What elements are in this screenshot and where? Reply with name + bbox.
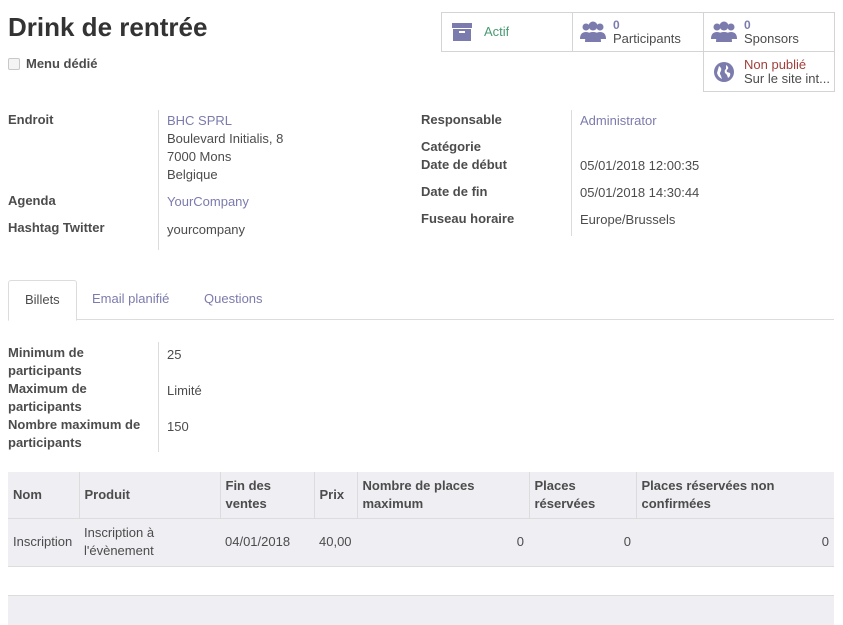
table-row[interactable]: Inscription Inscription à l'évènement 04/… (8, 517, 834, 567)
location-address-line2: 7000 Mons (167, 149, 232, 164)
cell-name: Inscription (8, 517, 79, 567)
agenda-label: Agenda (8, 193, 56, 208)
table-header-row: Nom Produit Fin des ventes Prix Nombre de… (8, 472, 834, 518)
archive-icon (442, 21, 482, 43)
tickets-table: Nom Produit Fin des ventes Prix Nombre de… (8, 472, 834, 567)
hashtag-label: Hashtag Twitter (8, 220, 105, 235)
sponsors-label: Sponsors (744, 31, 799, 46)
header-text: ventes (225, 495, 267, 511)
participants-button[interactable]: 0 Participants (572, 12, 704, 52)
header-text: Nombre de places (362, 477, 475, 493)
cell-reserved: 0 (529, 517, 636, 567)
start-date-label: Date de début (421, 157, 507, 172)
dedicated-menu-label: Menu dédié (26, 56, 98, 71)
category-label: Catégorie (421, 139, 481, 154)
column-header-unconfirmed[interactable]: Places réservées non confirmées (635, 472, 834, 518)
page-title: Drink de rentrée (8, 12, 208, 42)
header-text: confirmées (641, 495, 711, 511)
header-text: Places (534, 477, 576, 493)
max-number-label-line2: participants (8, 435, 82, 450)
checkbox-box[interactable] (8, 57, 20, 70)
timezone-value: Europe/Brussels (580, 212, 676, 227)
globe-icon (704, 61, 744, 83)
header-text: maximum (362, 495, 424, 511)
website-publish-button[interactable]: Non publié Sur le site int... (703, 51, 835, 92)
agenda-link[interactable]: YourCompany (167, 193, 249, 211)
sponsors-text: 0 Sponsors (744, 18, 799, 46)
min-participants-value: 25 (167, 347, 182, 362)
cell-end-sale: 04/01/2018 (220, 517, 314, 567)
active-toggle-button[interactable]: Actif (441, 12, 573, 52)
header-text: Places réservées non (641, 477, 775, 493)
website-status: Non publié (744, 57, 807, 72)
cell-text: Inscription à (84, 525, 155, 540)
cell-unconfirmed: 0 (636, 517, 834, 567)
column-header-product[interactable]: Produit (78, 472, 220, 518)
max-number-value: 150 (167, 419, 189, 434)
location-address-line3: Belgique (167, 167, 218, 182)
cell-price: 40,00 (314, 517, 357, 567)
cell-max-seats: 0 (357, 517, 529, 567)
participants-count: 0 (613, 18, 620, 32)
min-participants-label-line1: Minimum de (8, 345, 84, 360)
table-footer (8, 595, 834, 625)
cell-text: l'évènement (84, 543, 154, 558)
max-number-label-line1: Nombre maximum de (8, 417, 141, 432)
users-icon (704, 21, 744, 43)
website-text: Non publié Sur le site int... (744, 58, 834, 86)
start-date-value: 05/01/2018 12:00:35 (580, 158, 700, 173)
column-header-price[interactable]: Prix (313, 472, 357, 518)
tab-tickets[interactable]: Billets (8, 280, 77, 321)
max-participants-label: Maximum de participants (8, 380, 87, 416)
location-address-line1: Boulevard Initialis, 8 (167, 131, 284, 146)
header-text: Fin des (225, 477, 272, 493)
end-date-label: Date de fin (421, 184, 488, 199)
tab-questions[interactable]: Questions (188, 280, 279, 320)
column-header-reserved[interactable]: Places réservées (528, 472, 636, 518)
users-icon (573, 21, 613, 43)
max-participants-label-line2: participants (8, 399, 82, 414)
location-label: Endroit (8, 112, 54, 127)
active-label: Actif (484, 25, 510, 39)
dedicated-menu-checkbox[interactable]: Menu dédié (8, 56, 98, 71)
participants-text: 0 Participants (613, 18, 681, 46)
notebook-tabs: Billets Email planifié Questions (8, 280, 834, 321)
max-participants-value: Limité (167, 383, 202, 398)
divider (158, 342, 159, 452)
hashtag-value: yourcompany (167, 222, 246, 237)
min-participants-label: Minimum de participants (8, 344, 84, 380)
responsible-label: Responsable (421, 112, 502, 127)
sponsors-count: 0 (744, 18, 751, 32)
end-date-value: 05/01/2018 14:30:44 (580, 185, 700, 200)
website-label: Sur le site int... (744, 70, 830, 86)
location-link[interactable]: BHC SPRL (167, 112, 232, 130)
timezone-label: Fuseau horaire (421, 211, 515, 226)
column-header-name[interactable]: Nom (8, 472, 79, 518)
participants-label: Participants (613, 31, 681, 46)
header-text: réservées (534, 495, 596, 511)
divider (571, 110, 572, 236)
cell-product: Inscription à l'évènement (79, 517, 220, 567)
tab-scheduled-email[interactable]: Email planifié (76, 280, 185, 320)
max-participants-label-line1: Maximum de (8, 381, 87, 396)
max-number-label: Nombre maximum de participants (8, 416, 140, 452)
sponsors-button[interactable]: 0 Sponsors (703, 12, 835, 52)
column-header-end-sale[interactable]: Fin des ventes (219, 472, 314, 518)
divider (158, 110, 159, 250)
responsible-link[interactable]: Administrator (580, 112, 657, 130)
min-participants-label-line2: participants (8, 363, 82, 378)
column-header-max-seats[interactable]: Nombre de places maximum (356, 472, 529, 518)
